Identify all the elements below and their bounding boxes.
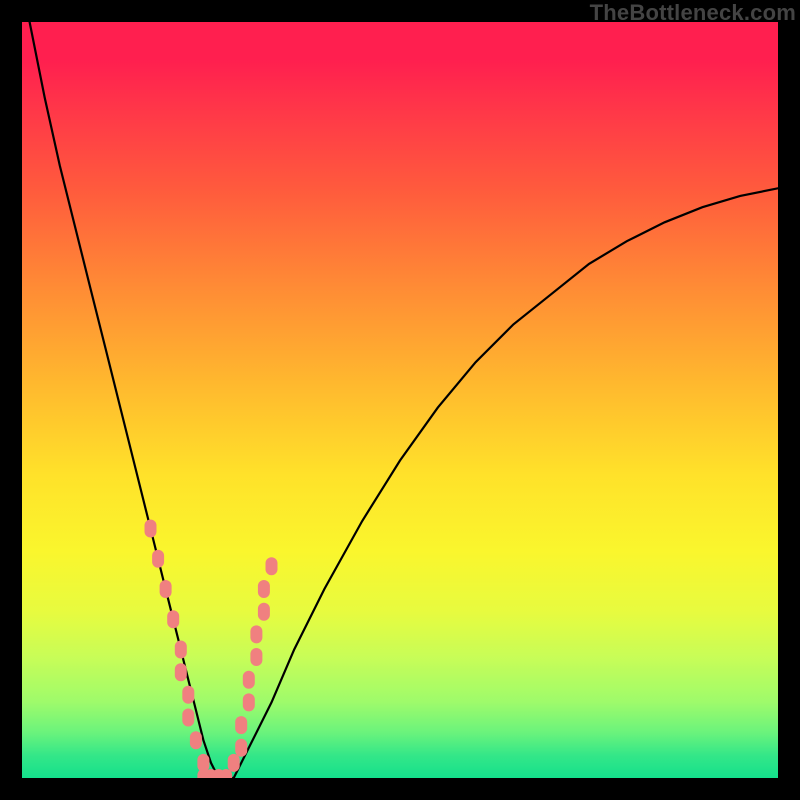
marker-dot <box>182 709 194 727</box>
marker-dots <box>145 520 278 779</box>
marker-dot <box>250 625 262 643</box>
marker-dot <box>228 754 240 772</box>
marker-dot <box>243 671 255 689</box>
curve-layer <box>22 22 778 778</box>
marker-dot <box>160 580 172 598</box>
marker-dot <box>175 641 187 659</box>
marker-dot <box>250 648 262 666</box>
marker-dot <box>182 686 194 704</box>
marker-dot <box>258 603 270 621</box>
marker-dot <box>243 693 255 711</box>
marker-dot <box>167 610 179 628</box>
marker-dot <box>152 550 164 568</box>
plot-area <box>22 22 778 778</box>
marker-dot <box>235 739 247 757</box>
bottleneck-curve <box>30 22 778 778</box>
marker-dot <box>145 520 157 538</box>
marker-dot <box>190 731 202 749</box>
marker-dot <box>235 716 247 734</box>
marker-dot <box>175 663 187 681</box>
chart-frame: TheBottleneck.com <box>0 0 800 800</box>
marker-dot <box>258 580 270 598</box>
marker-dot <box>266 557 278 575</box>
